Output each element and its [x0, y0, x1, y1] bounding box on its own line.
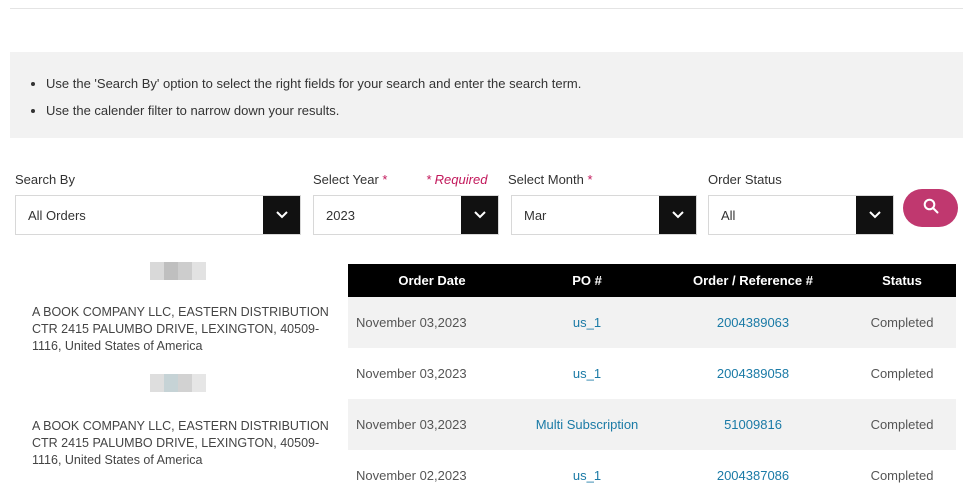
order-date-cell: November 03,2023 — [348, 297, 516, 348]
table-header-row: Order Date PO # Order / Reference # Stat… — [348, 264, 956, 297]
status-cell: Completed — [870, 468, 934, 483]
order-date-cell: November 03,2023 — [356, 366, 467, 381]
search-button[interactable] — [903, 189, 958, 227]
status-cell: Completed — [848, 297, 956, 348]
shipping-address: A BOOK COMPANY LLC, EASTERN DISTRIBUTION… — [32, 419, 329, 467]
po-link[interactable]: us_1 — [516, 297, 658, 348]
year-value: 2023 — [326, 208, 355, 223]
month-value: Mar — [524, 208, 547, 223]
required-note: * Required — [426, 172, 488, 187]
search-icon — [923, 198, 939, 219]
search-by-label: Search By — [15, 172, 75, 187]
orders-table: Order Date PO # Order / Reference # Stat… — [348, 264, 956, 501]
search-instructions: Use the 'Search By' option to select the… — [10, 52, 963, 138]
order-date-cell: November 03,2023 — [348, 399, 516, 450]
chevron-down-icon[interactable] — [263, 196, 300, 234]
shipping-address: A BOOK COMPANY LLC, EASTERN DISTRIBUTION… — [32, 305, 329, 353]
table-row: November 02,2023 us_1 2004387086 Complet… — [348, 450, 956, 501]
order-reference-link[interactable]: 2004387086 — [658, 450, 848, 501]
po-link[interactable]: us_1 — [516, 348, 658, 399]
column-header-reference[interactable]: Order / Reference # — [658, 264, 848, 297]
table-row: November 03,2023 us_1 2004389058 Complet… — [348, 348, 956, 399]
instruction-item: Use the calender filter to narrow down y… — [46, 103, 963, 118]
year-select[interactable]: 2023 — [313, 195, 499, 235]
select-year-label-text: Select Year — [313, 172, 379, 187]
table-row: November 03,2023 us_1 2004389063 Complet… — [348, 297, 956, 348]
select-year-label: Select Year * — [313, 172, 387, 187]
order-status-label: Order Status — [708, 172, 782, 187]
instruction-item: Use the 'Search By' option to select the… — [46, 76, 963, 91]
blurred-logo-image — [150, 374, 206, 392]
table-row: November 03,2023 Multi Subscription 5100… — [348, 399, 956, 450]
status-cell: Completed — [848, 399, 956, 450]
required-star: * — [382, 172, 388, 187]
po-link[interactable]: us_1 — [516, 450, 658, 501]
column-header-order-date[interactable]: Order Date — [348, 264, 516, 297]
select-month-label-text: Select Month — [508, 172, 584, 187]
column-header-status[interactable]: Status — [848, 264, 956, 297]
chevron-down-icon[interactable] — [461, 196, 498, 234]
required-star: * — [587, 172, 593, 187]
status-cell: Completed — [870, 366, 934, 381]
blurred-logo-image — [150, 262, 206, 280]
order-reference-link[interactable]: 2004389058 — [658, 348, 848, 399]
select-month-label: Select Month * — [508, 172, 593, 187]
instruction-list: Use the 'Search By' option to select the… — [32, 76, 963, 118]
po-link[interactable]: Multi Subscription — [516, 399, 658, 450]
order-reference-link[interactable]: 51009816 — [658, 399, 848, 450]
order-status-select[interactable]: All — [708, 195, 894, 235]
chevron-down-icon[interactable] — [856, 196, 893, 234]
month-select[interactable]: Mar — [511, 195, 697, 235]
search-by-value: All Orders — [28, 208, 86, 223]
order-status-value: All — [721, 208, 736, 223]
search-by-select[interactable]: All Orders — [15, 195, 301, 235]
column-header-po[interactable]: PO # — [516, 264, 658, 297]
chevron-down-icon[interactable] — [659, 196, 696, 234]
order-date-cell: November 02,2023 — [356, 468, 467, 483]
top-divider — [10, 8, 963, 9]
order-reference-link[interactable]: 2004389063 — [658, 297, 848, 348]
